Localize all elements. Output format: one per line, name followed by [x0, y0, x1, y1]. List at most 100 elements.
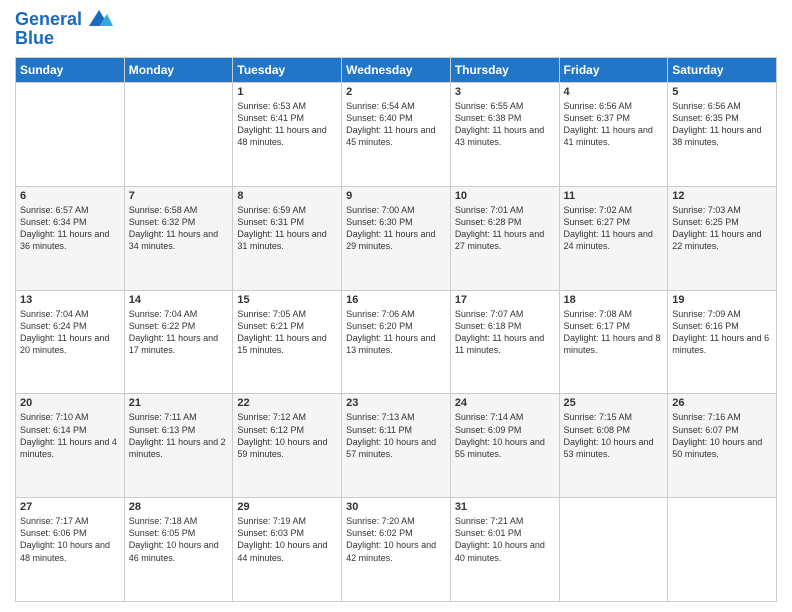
day-number: 5: [672, 86, 772, 98]
calendar-cell: 8 Sunrise: 6:59 AMSunset: 6:31 PMDaylight…: [233, 186, 342, 290]
day-number: 2: [346, 86, 446, 98]
day-info: Sunrise: 6:53 AMSunset: 6:41 PMDaylight:…: [237, 100, 337, 149]
calendar-cell: 17 Sunrise: 7:07 AMSunset: 6:18 PMDayligh…: [450, 290, 559, 394]
day-number: 25: [564, 397, 664, 409]
calendar-cell: 29 Sunrise: 7:19 AMSunset: 6:03 PMDayligh…: [233, 498, 342, 602]
calendar-cell: 12 Sunrise: 7:03 AMSunset: 6:25 PMDayligh…: [668, 186, 777, 290]
day-number: 11: [564, 190, 664, 202]
calendar-cell: 21Sunrise: 7:11 AMSunset: 6:13 PMDayligh…: [124, 394, 233, 498]
day-info: Sunrise: 7:14 AMSunset: 6:09 PMDaylight:…: [455, 411, 555, 460]
calendar-cell: 25 Sunrise: 7:15 AMSunset: 6:08 PMDayligh…: [559, 394, 668, 498]
day-info: Sunrise: 7:06 AMSunset: 6:20 PMDaylight:…: [346, 308, 446, 357]
day-number: 29: [237, 501, 337, 513]
day-info: Sunrise: 7:16 AMSunset: 6:07 PMDaylight:…: [672, 411, 772, 460]
day-number: 14: [129, 294, 229, 306]
logo: General Blue: [15, 10, 113, 49]
day-number: 26: [672, 397, 772, 409]
day-number: 7: [129, 190, 229, 202]
day-number: 4: [564, 86, 664, 98]
day-info: Sunrise: 7:07 AMSunset: 6:18 PMDaylight:…: [455, 308, 555, 357]
day-info: Sunrise: 7:05 AMSunset: 6:21 PMDaylight:…: [237, 308, 337, 357]
calendar-cell: 11 Sunrise: 7:02 AMSunset: 6:27 PMDayligh…: [559, 186, 668, 290]
day-info: Sunrise: 7:04 AMSunset: 6:22 PMDaylight:…: [129, 308, 229, 357]
calendar-table: SundayMondayTuesdayWednesdayThursdayFrid…: [15, 57, 777, 602]
day-number: 8: [237, 190, 337, 202]
calendar-cell: 22Sunrise: 7:12 AMSunset: 6:12 PMDayligh…: [233, 394, 342, 498]
day-number: 31: [455, 501, 555, 513]
logo-text: General: [15, 10, 82, 30]
day-info: Sunrise: 7:03 AMSunset: 6:25 PMDaylight:…: [672, 204, 772, 253]
day-info: Sunrise: 7:21 AMSunset: 6:01 PMDaylight:…: [455, 515, 555, 564]
day-info: Sunrise: 7:13 AMSunset: 6:11 PMDaylight:…: [346, 411, 446, 460]
day-number: 28: [129, 501, 229, 513]
calendar-cell: 1Sunrise: 6:53 AMSunset: 6:41 PMDaylight…: [233, 83, 342, 187]
day-number: 17: [455, 294, 555, 306]
day-info: Sunrise: 7:02 AMSunset: 6:27 PMDaylight:…: [564, 204, 664, 253]
calendar-cell: 2 Sunrise: 6:54 AMSunset: 6:40 PMDaylight…: [342, 83, 451, 187]
day-number: 24: [455, 397, 555, 409]
day-number: 9: [346, 190, 446, 202]
day-info: Sunrise: 7:08 AMSunset: 6:17 PMDaylight:…: [564, 308, 664, 357]
week-row-3: 13 Sunrise: 7:04 AMSunset: 6:24 PMDayligh…: [16, 290, 777, 394]
calendar-cell: 31 Sunrise: 7:21 AMSunset: 6:01 PMDayligh…: [450, 498, 559, 602]
day-number: 19: [672, 294, 772, 306]
day-info: Sunrise: 6:54 AMSunset: 6:40 PMDaylight:…: [346, 100, 446, 149]
week-row-4: 20 Sunrise: 7:10 AMSunset: 6:14 PMDayligh…: [16, 394, 777, 498]
day-number: 12: [672, 190, 772, 202]
calendar-cell: [559, 498, 668, 602]
calendar-cell: 23 Sunrise: 7:13 AMSunset: 6:11 PMDayligh…: [342, 394, 451, 498]
header: General Blue: [15, 10, 777, 49]
calendar-page: General Blue SundayMondayTuesdayWednesda…: [0, 0, 792, 612]
day-number: 3: [455, 86, 555, 98]
day-info: Sunrise: 7:10 AMSunset: 6:14 PMDaylight:…: [20, 411, 120, 460]
calendar-cell: 24 Sunrise: 7:14 AMSunset: 6:09 PMDayligh…: [450, 394, 559, 498]
day-info: Sunrise: 7:17 AMSunset: 6:06 PMDaylight:…: [20, 515, 120, 564]
day-info: Sunrise: 7:11 AMSunset: 6:13 PMDaylight:…: [129, 411, 229, 460]
day-info: Sunrise: 6:59 AMSunset: 6:31 PMDaylight:…: [237, 204, 337, 253]
week-row-1: 1Sunrise: 6:53 AMSunset: 6:41 PMDaylight…: [16, 83, 777, 187]
calendar-cell: 30 Sunrise: 7:20 AMSunset: 6:02 PMDayligh…: [342, 498, 451, 602]
day-info: Sunrise: 6:56 AMSunset: 6:35 PMDaylight:…: [672, 100, 772, 149]
calendar-cell: 20 Sunrise: 7:10 AMSunset: 6:14 PMDayligh…: [16, 394, 125, 498]
calendar-cell: 27 Sunrise: 7:17 AMSunset: 6:06 PMDayligh…: [16, 498, 125, 602]
day-number: 6: [20, 190, 120, 202]
calendar-cell: 18 Sunrise: 7:08 AMSunset: 6:17 PMDayligh…: [559, 290, 668, 394]
day-info: Sunrise: 7:04 AMSunset: 6:24 PMDaylight:…: [20, 308, 120, 357]
calendar-cell: 4Sunrise: 6:56 AMSunset: 6:37 PMDaylight…: [559, 83, 668, 187]
day-number: 15: [237, 294, 337, 306]
day-number: 18: [564, 294, 664, 306]
weekday-header-wednesday: Wednesday: [342, 58, 451, 83]
week-row-2: 6Sunrise: 6:57 AMSunset: 6:34 PMDaylight…: [16, 186, 777, 290]
day-number: 22: [237, 397, 337, 409]
calendar-cell: 26 Sunrise: 7:16 AMSunset: 6:07 PMDayligh…: [668, 394, 777, 498]
calendar-cell: 3 Sunrise: 6:55 AMSunset: 6:38 PMDaylight…: [450, 83, 559, 187]
day-number: 13: [20, 294, 120, 306]
day-number: 20: [20, 397, 120, 409]
calendar-cell: 15 Sunrise: 7:05 AMSunset: 6:21 PMDayligh…: [233, 290, 342, 394]
calendar-cell: 10Sunrise: 7:01 AMSunset: 6:28 PMDayligh…: [450, 186, 559, 290]
day-number: 30: [346, 501, 446, 513]
weekday-header-thursday: Thursday: [450, 58, 559, 83]
calendar-cell: [124, 83, 233, 187]
calendar-cell: 9Sunrise: 7:00 AMSunset: 6:30 PMDaylight…: [342, 186, 451, 290]
calendar-cell: 16 Sunrise: 7:06 AMSunset: 6:20 PMDayligh…: [342, 290, 451, 394]
calendar-cell: 14 Sunrise: 7:04 AMSunset: 6:22 PMDayligh…: [124, 290, 233, 394]
weekday-header-row: SundayMondayTuesdayWednesdayThursdayFrid…: [16, 58, 777, 83]
weekday-header-monday: Monday: [124, 58, 233, 83]
day-info: Sunrise: 7:15 AMSunset: 6:08 PMDaylight:…: [564, 411, 664, 460]
calendar-cell: 6Sunrise: 6:57 AMSunset: 6:34 PMDaylight…: [16, 186, 125, 290]
day-info: Sunrise: 6:55 AMSunset: 6:38 PMDaylight:…: [455, 100, 555, 149]
day-number: 10: [455, 190, 555, 202]
day-info: Sunrise: 7:19 AMSunset: 6:03 PMDaylight:…: [237, 515, 337, 564]
calendar-cell: [668, 498, 777, 602]
day-number: 23: [346, 397, 446, 409]
logo-blue-text: Blue: [15, 28, 113, 49]
day-number: 27: [20, 501, 120, 513]
weekday-header-sunday: Sunday: [16, 58, 125, 83]
day-number: 16: [346, 294, 446, 306]
day-info: Sunrise: 7:20 AMSunset: 6:02 PMDaylight:…: [346, 515, 446, 564]
calendar-cell: 5 Sunrise: 6:56 AMSunset: 6:35 PMDaylight…: [668, 83, 777, 187]
logo-icon: [85, 8, 113, 30]
day-info: Sunrise: 6:58 AMSunset: 6:32 PMDaylight:…: [129, 204, 229, 253]
weekday-header-tuesday: Tuesday: [233, 58, 342, 83]
